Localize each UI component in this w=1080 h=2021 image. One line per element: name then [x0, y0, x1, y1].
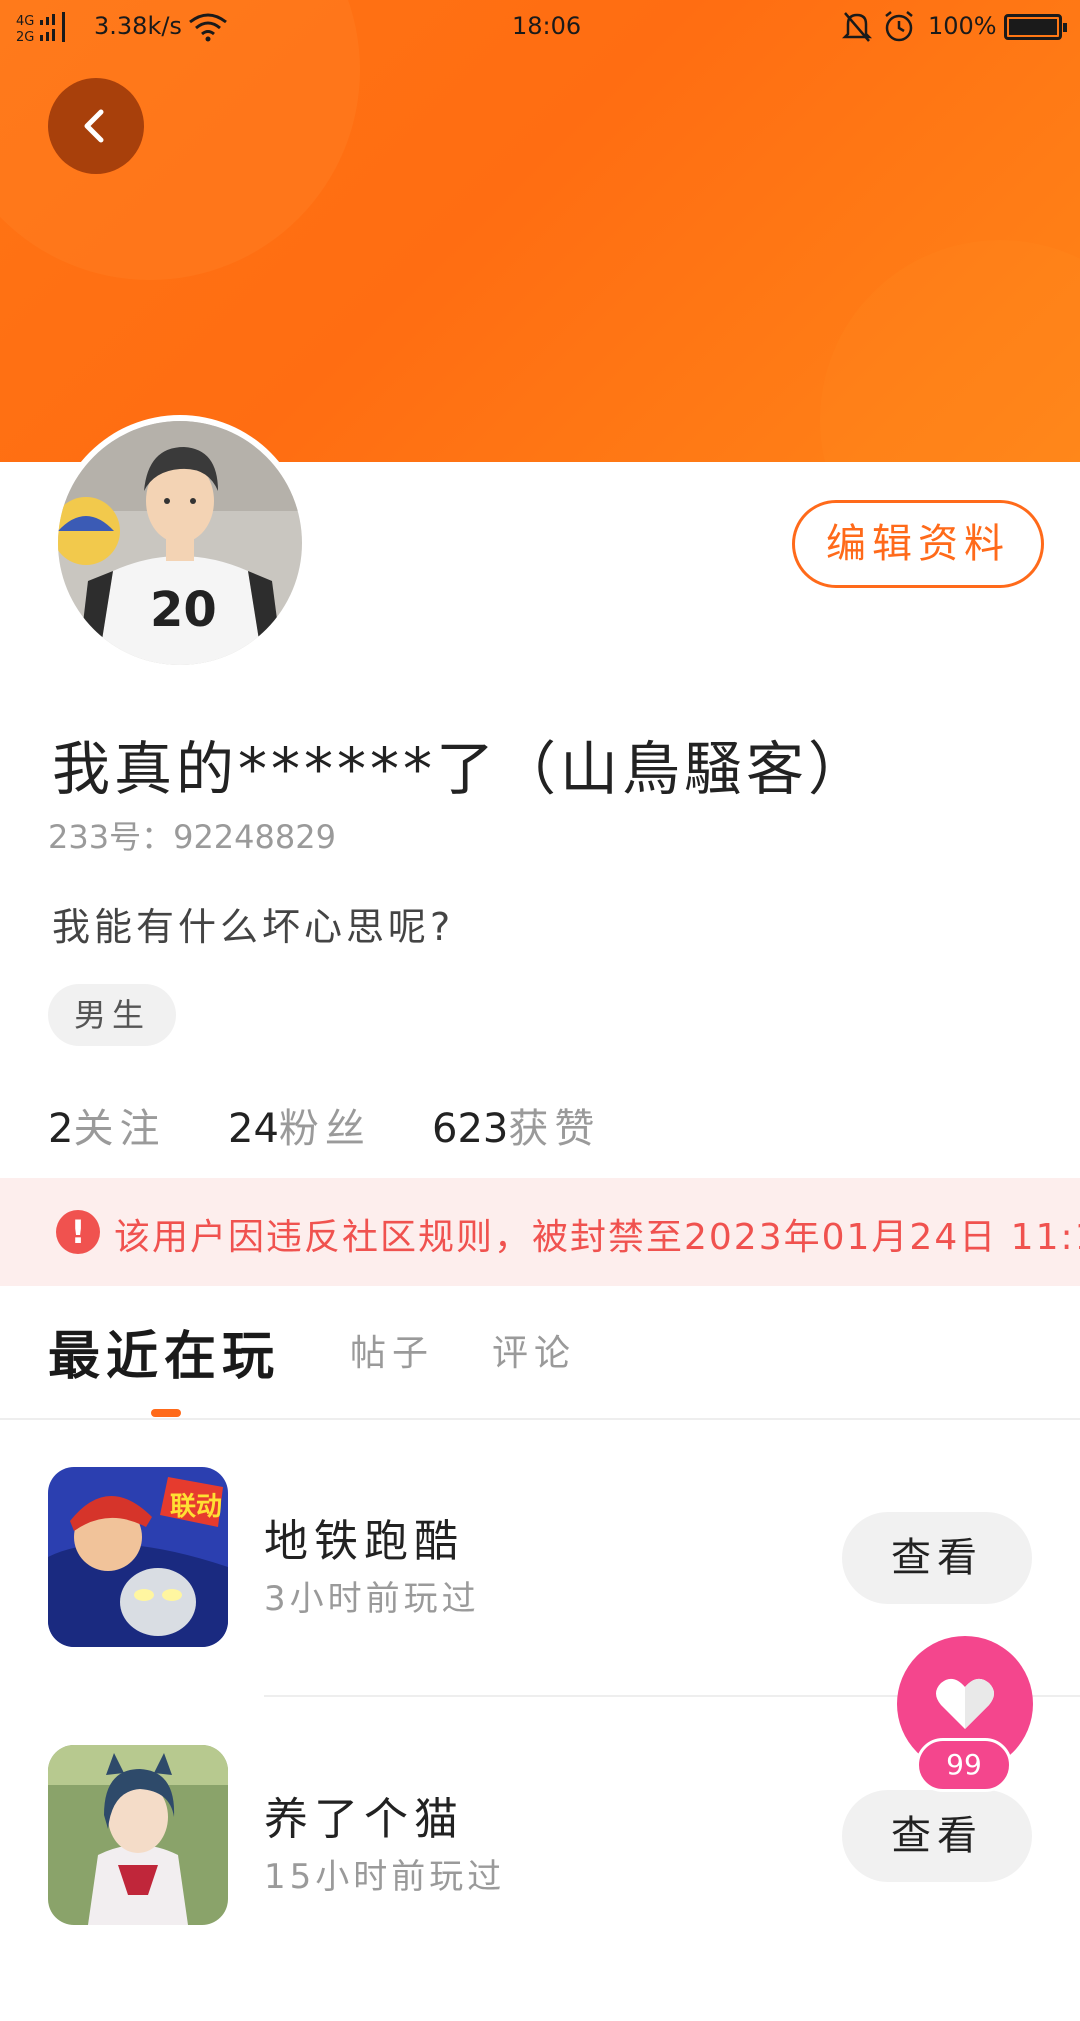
- game-last-played: 15小时前玩过: [264, 1857, 506, 1897]
- tab-indicator: [151, 1409, 181, 1417]
- game-title: 地铁跑酷: [264, 1516, 464, 1567]
- tab-recently-played[interactable]: 最近在玩: [48, 1314, 280, 1389]
- game-icon: [48, 1745, 228, 1925]
- header-decoration: [820, 240, 1080, 462]
- heart-icon: [936, 1678, 994, 1729]
- nickname: 我真的******了（山鳥騷客）: [52, 735, 871, 803]
- exclamation-icon: !: [56, 1210, 100, 1254]
- mute-bell-icon: [842, 12, 872, 42]
- ban-notice-text: 该用户因违反社区规则，被封禁至2023年01月24日 11:10: [114, 1217, 1080, 1258]
- stat-following[interactable]: 2关注: [48, 1096, 165, 1154]
- list-item[interactable]: 养了个猫 15小时前玩过 查看: [0, 1745, 1080, 2021]
- battery-percent: 100%: [928, 12, 997, 40]
- avatar[interactable]: 20: [52, 415, 308, 671]
- profile-header-banner: 4G 2G 3.38k/s 18:06 100%: [0, 0, 1080, 462]
- tab-comments[interactable]: 评论: [492, 1324, 576, 1376]
- clock: 18:06: [512, 12, 582, 40]
- stat-number: 2: [48, 1106, 74, 1152]
- wifi-icon: [189, 13, 227, 42]
- status-bar: 4G 2G 3.38k/s 18:06 100%: [0, 0, 1080, 56]
- game-icon: 联动: [48, 1467, 228, 1647]
- svg-text:20: 20: [150, 582, 217, 638]
- stat-followers[interactable]: 24粉丝: [228, 1096, 371, 1154]
- stat-likes[interactable]: 623获赞: [432, 1096, 600, 1154]
- chevron-left-icon: [84, 109, 104, 143]
- svg-text:2G: 2G: [16, 30, 34, 44]
- edit-profile-button[interactable]: 编辑资料: [792, 500, 1044, 588]
- stat-number: 623: [432, 1106, 509, 1152]
- bio: 我能有什么坏心思呢?: [52, 905, 455, 949]
- stat-label: 获赞: [508, 1106, 601, 1152]
- battery-icon: [1004, 14, 1067, 40]
- gender-tag: 男生: [48, 984, 176, 1046]
- game-title: 养了个猫: [264, 1794, 464, 1845]
- signal-icon: 4G 2G: [16, 12, 65, 44]
- alarm-icon: [885, 11, 913, 42]
- stat-label: 粉丝: [278, 1106, 371, 1152]
- network-speed: 3.38k/s: [94, 12, 182, 40]
- avatar-image: 20: [58, 421, 302, 665]
- tab-posts[interactable]: 帖子: [350, 1324, 434, 1376]
- ban-notice: ! 该用户因违反社区规则，被封禁至2023年01月24日 11:10: [0, 1178, 1080, 1286]
- svg-text:4G: 4G: [16, 14, 34, 29]
- view-button[interactable]: 查看: [842, 1512, 1032, 1604]
- svg-text:联动: 联动: [170, 1492, 222, 1522]
- user-id: 233号：92248829: [48, 818, 336, 856]
- back-button[interactable]: [48, 78, 144, 174]
- view-button[interactable]: 查看: [842, 1790, 1032, 1882]
- profile-tabs: 最近在玩 帖子 评论: [0, 1286, 1080, 1420]
- like-count-badge: 99: [916, 1738, 1012, 1792]
- stat-label: 关注: [73, 1106, 166, 1152]
- game-last-played: 3小时前玩过: [264, 1579, 480, 1619]
- stat-number: 24: [228, 1106, 279, 1152]
